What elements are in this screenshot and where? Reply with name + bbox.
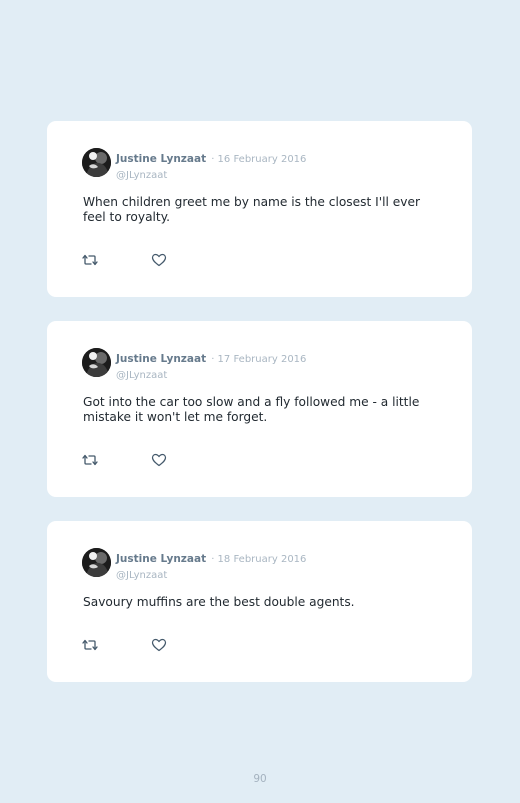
tweet-card: Justine Lynzaat · 16 February 2016 @JLyn… [47, 121, 472, 297]
tweet-text: When children greet me by name is the cl… [83, 195, 420, 224]
author-handle[interactable]: @JLynzaat [116, 170, 167, 181]
heart-icon[interactable] [150, 452, 168, 468]
author-handle[interactable]: @JLynzaat [116, 570, 167, 581]
tweet-header: Justine Lynzaat · 18 February 2016 @JLyn… [116, 550, 306, 582]
heart-icon[interactable] [150, 252, 168, 268]
author-name[interactable]: Justine Lynzaat [116, 353, 206, 365]
tweet-date[interactable]: · 16 February 2016 [211, 154, 306, 165]
tweet-header: Justine Lynzaat · 16 February 2016 @JLyn… [116, 150, 306, 182]
author-name[interactable]: Justine Lynzaat [116, 153, 206, 165]
tweet-date[interactable]: · 17 February 2016 [211, 354, 306, 365]
page-number: 90 [253, 773, 267, 785]
tweet-date[interactable]: · 18 February 2016 [211, 554, 306, 565]
retweet-icon[interactable] [81, 452, 99, 468]
retweet-icon[interactable] [81, 252, 99, 268]
tweet-text: Savoury muffins are the best double agen… [83, 595, 355, 609]
avatar[interactable] [82, 148, 111, 177]
tweet-card: Justine Lynzaat · 18 February 2016 @JLyn… [47, 521, 472, 682]
author-name[interactable]: Justine Lynzaat [116, 553, 206, 565]
avatar[interactable] [82, 348, 111, 377]
tweet-text: Got into the car too slow and a fly foll… [83, 395, 420, 424]
avatar[interactable] [82, 548, 111, 577]
tweet-card: Justine Lynzaat · 17 February 2016 @JLyn… [47, 321, 472, 497]
retweet-icon[interactable] [81, 637, 99, 653]
tweet-header: Justine Lynzaat · 17 February 2016 @JLyn… [116, 350, 306, 382]
heart-icon[interactable] [150, 637, 168, 653]
author-handle[interactable]: @JLynzaat [116, 370, 167, 381]
